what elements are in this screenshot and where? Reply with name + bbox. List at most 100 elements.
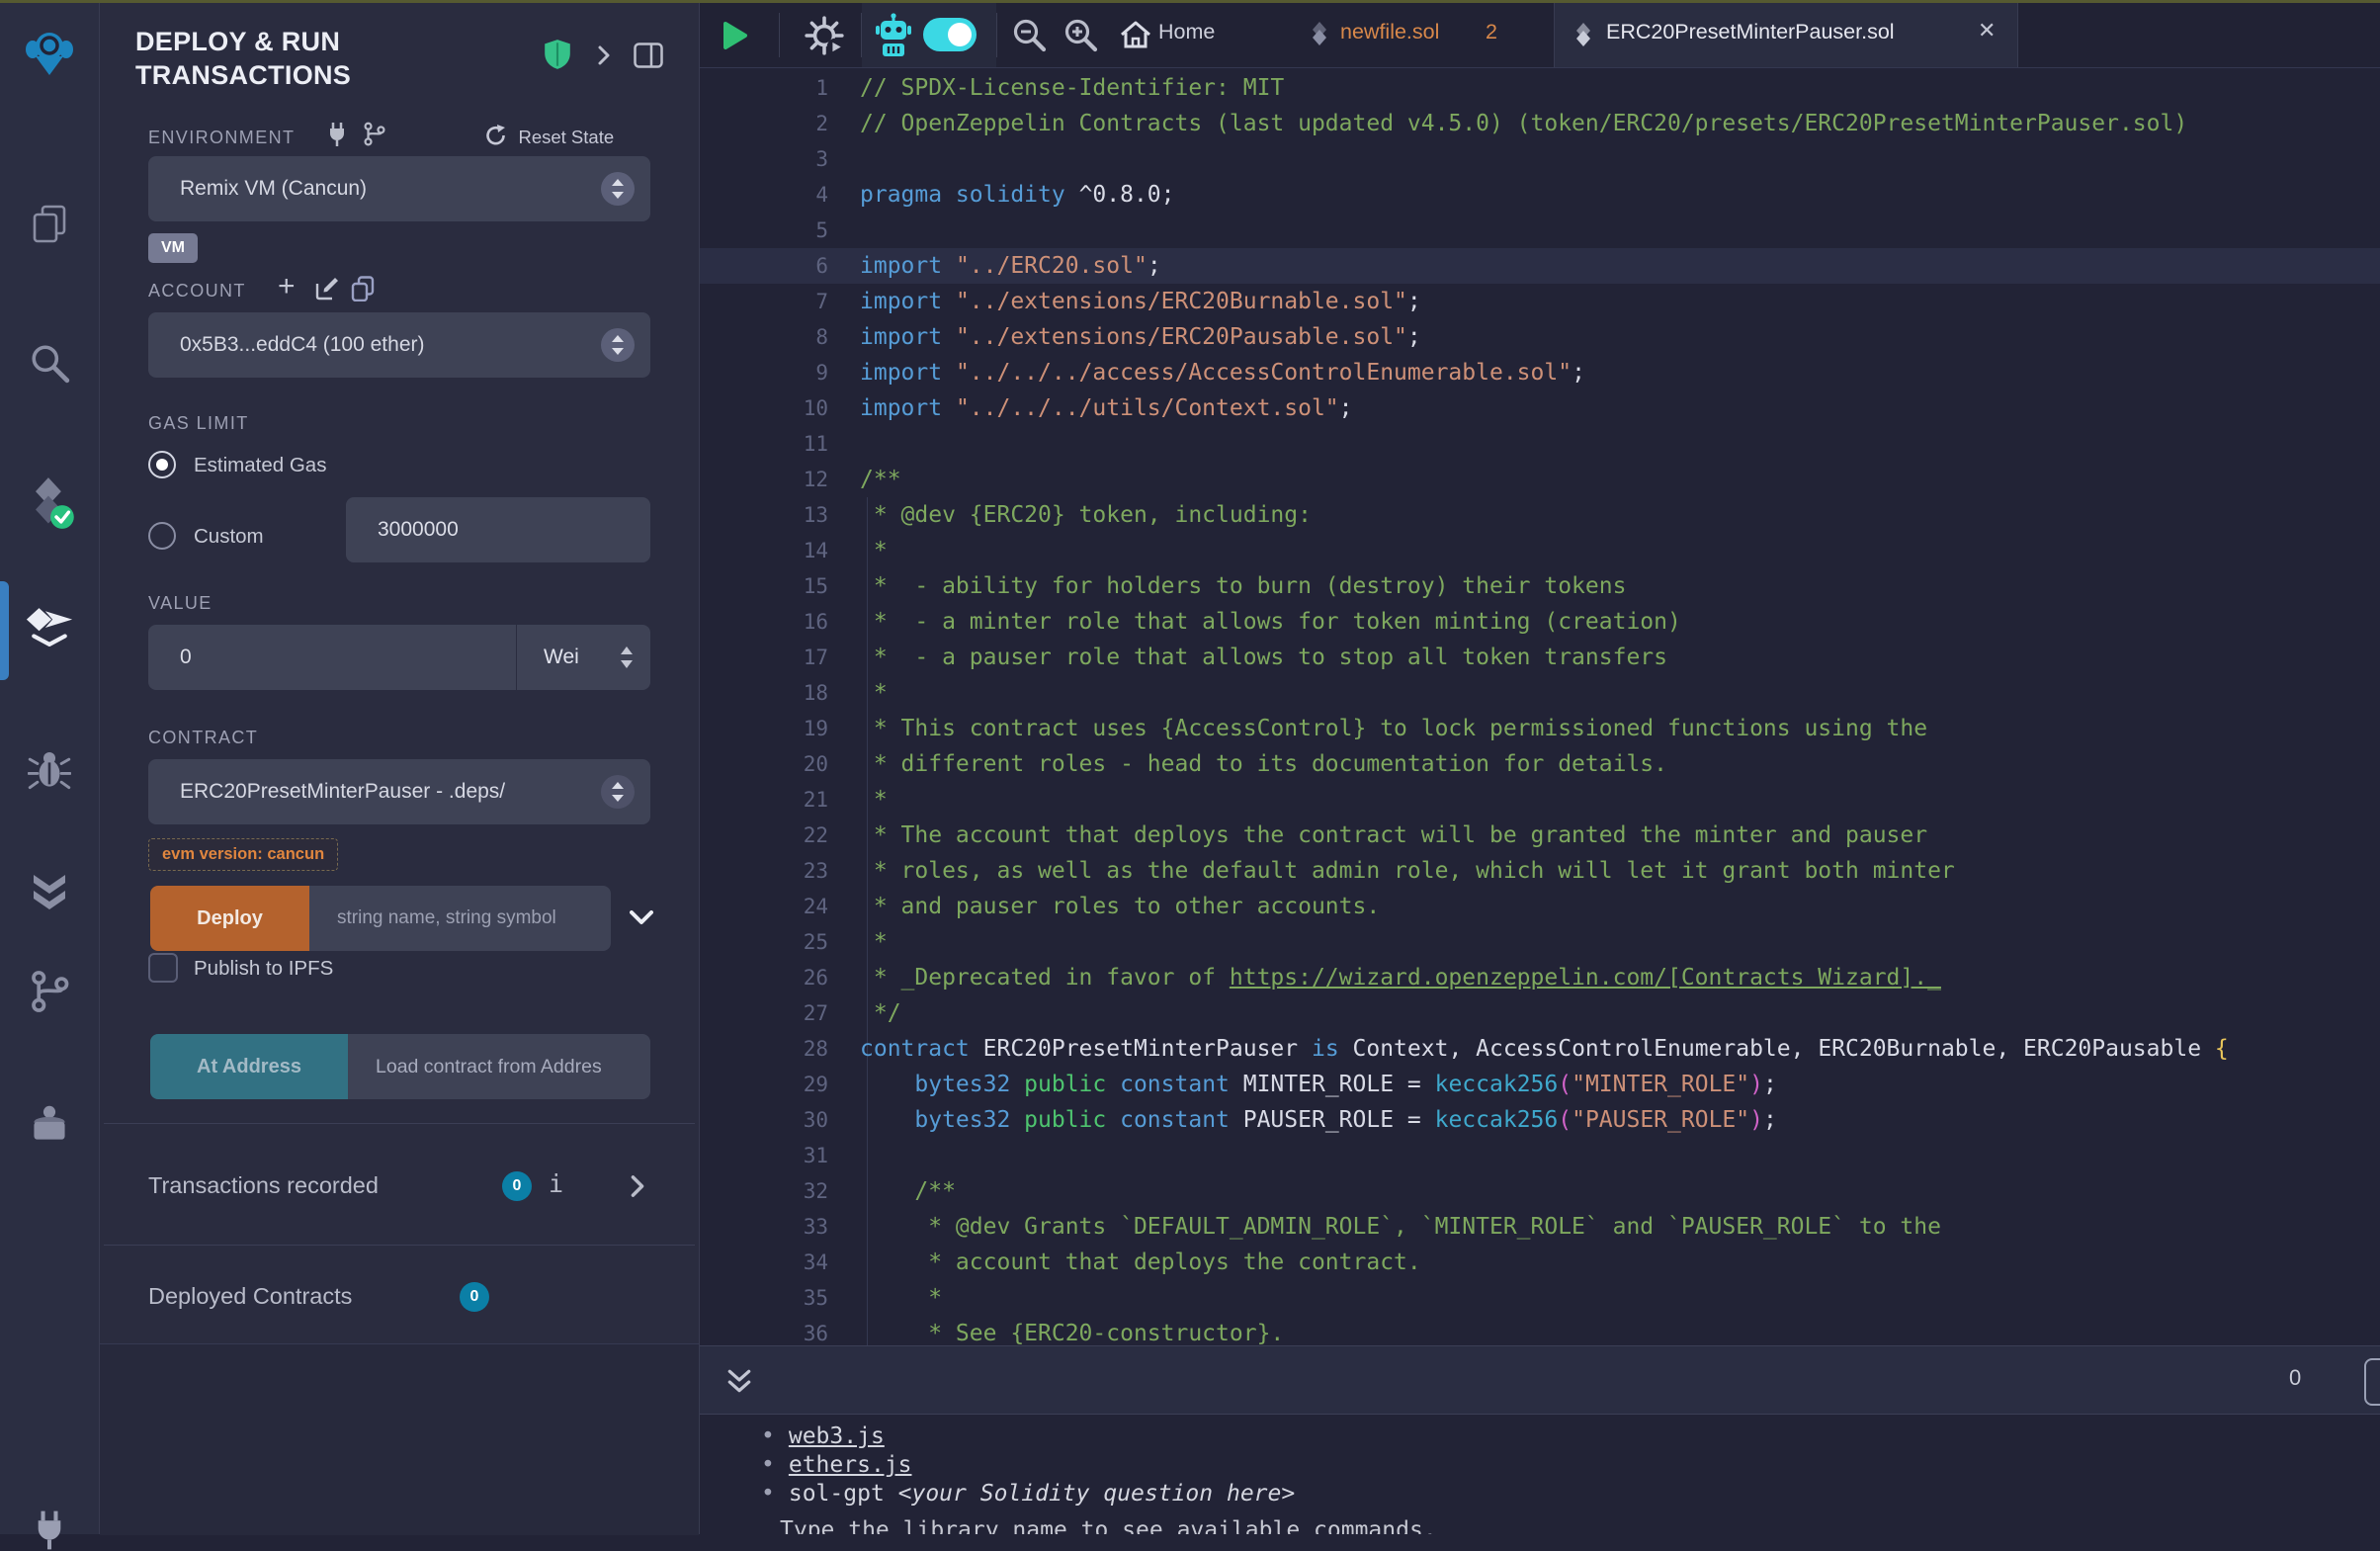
- code-line[interactable]: 34 * account that deploys the contract.: [700, 1245, 2380, 1280]
- estimated-gas-label[interactable]: Estimated Gas: [194, 454, 326, 477]
- code-line[interactable]: 11: [700, 426, 2380, 462]
- code-line[interactable]: 2// OpenZeppelin Contracts (last updated…: [700, 106, 2380, 141]
- code-line[interactable]: 33 * @dev Grants `DEFAULT_ADMIN_ROLE`, `…: [700, 1209, 2380, 1245]
- estimated-gas-radio[interactable]: [148, 451, 176, 478]
- transactions-recorded-label[interactable]: Transactions recorded: [148, 1172, 379, 1199]
- file-explorer-icon[interactable]: [0, 205, 99, 244]
- code-line[interactable]: 3: [700, 141, 2380, 177]
- code-line[interactable]: 21 *: [700, 782, 2380, 818]
- chevron-right-icon[interactable]: [597, 44, 611, 71]
- line-number: 20: [700, 746, 828, 782]
- plugin-manager-icon[interactable]: [0, 1103, 99, 1143]
- code-line[interactable]: 29 bytes32 public constant MINTER_ROLE =…: [700, 1067, 2380, 1102]
- code-line[interactable]: 9import "../../../access/AccessControlEn…: [700, 355, 2380, 390]
- at-address-input[interactable]: Load contract from Addres: [348, 1034, 650, 1099]
- custom-gas-input[interactable]: [346, 497, 650, 562]
- value-unit-select[interactable]: Wei: [544, 625, 579, 690]
- code-line[interactable]: 31: [700, 1138, 2380, 1173]
- code-line[interactable]: 1// SPDX-License-Identifier: MIT: [700, 70, 2380, 106]
- shield-icon[interactable]: [544, 39, 571, 75]
- deploy-run-icon[interactable]: [0, 606, 99, 647]
- tab-home[interactable]: Home: [1158, 20, 1215, 44]
- value-input[interactable]: [148, 625, 516, 690]
- code-line[interactable]: 18 *: [700, 675, 2380, 711]
- plug-icon[interactable]: [0, 1509, 99, 1551]
- solidity-compiler-icon[interactable]: [0, 475, 99, 531]
- publish-ipfs-label[interactable]: Publish to IPFS: [194, 957, 333, 981]
- code-line[interactable]: 20 * different roles - head to its docum…: [700, 746, 2380, 782]
- code-line[interactable]: 27 */: [700, 995, 2380, 1031]
- code-line[interactable]: 15 * - ability for holders to burn (dest…: [700, 568, 2380, 604]
- zoom-out-icon[interactable]: [1011, 17, 1049, 59]
- contract-select[interactable]: ERC20PresetMinterPauser - .deps/: [148, 759, 650, 824]
- terminal-link[interactable]: ethers.js: [789, 1452, 912, 1478]
- account-value: 0x5B3...eddC4 (100 ether): [180, 312, 425, 378]
- remix-logo[interactable]: [0, 30, 99, 81]
- code-line[interactable]: 24 * and pauser roles to other accounts.: [700, 889, 2380, 924]
- sign-message-icon[interactable]: [314, 276, 340, 306]
- environment-select[interactable]: Remix VM (Cancun): [148, 156, 650, 221]
- code-line[interactable]: 22 * The account that deploys the contra…: [700, 818, 2380, 853]
- copy-account-icon[interactable]: [351, 276, 375, 306]
- info-icon[interactable]: i: [549, 1169, 563, 1198]
- expand-transactions-icon[interactable]: [630, 1173, 645, 1204]
- deploy-button[interactable]: Deploy: [150, 886, 309, 951]
- code-line[interactable]: 8import "../extensions/ERC20Pausable.sol…: [700, 319, 2380, 355]
- code-line[interactable]: 6import "../ERC20.sol";: [700, 248, 2380, 284]
- code-line[interactable]: 19 * This contract uses {AccessControl} …: [700, 711, 2380, 746]
- constructor-args-input[interactable]: [309, 886, 611, 951]
- debugger-icon[interactable]: [0, 747, 99, 791]
- custom-gas-radio[interactable]: [148, 522, 176, 550]
- script-config-gear-icon[interactable]: [804, 15, 845, 61]
- code-line[interactable]: 30 bytes32 public constant PAUSER_ROLE =…: [700, 1102, 2380, 1138]
- account-select[interactable]: 0x5B3...eddC4 (100 ether): [148, 312, 650, 378]
- search-icon[interactable]: [0, 342, 99, 384]
- pin-panel-icon[interactable]: [634, 43, 663, 73]
- fork-environment-icon[interactable]: [363, 122, 386, 152]
- code-text: bytes32 public constant MINTER_ROLE = ke…: [860, 1067, 1777, 1102]
- code-line[interactable]: 10import "../../../utils/Context.sol";: [700, 390, 2380, 426]
- code-editor[interactable]: 1// SPDX-License-Identifier: MIT2// Open…: [700, 68, 2380, 1345]
- ai-copilot-toggle[interactable]: [923, 18, 977, 51]
- at-address-button[interactable]: At Address: [150, 1034, 348, 1099]
- code-line[interactable]: 36 * See {ERC20-constructor}.: [700, 1316, 2380, 1345]
- code-line[interactable]: 35 *: [700, 1280, 2380, 1316]
- code-text: * account that deploys the contract.: [860, 1245, 1421, 1280]
- reset-state-button[interactable]: Reset State: [484, 124, 614, 152]
- code-line[interactable]: 25 *: [700, 924, 2380, 960]
- custom-gas-label[interactable]: Custom: [194, 525, 264, 549]
- unit-testing-icon[interactable]: [0, 871, 99, 914]
- terminal-text: sol-gpt: [789, 1481, 898, 1507]
- line-number: 3: [700, 141, 828, 177]
- zoom-in-icon[interactable]: [1062, 17, 1100, 59]
- code-line[interactable]: 17 * - a pauser role that allows to stop…: [700, 640, 2380, 675]
- ai-robot-icon[interactable]: [874, 13, 913, 63]
- expand-constructor-icon[interactable]: [630, 910, 653, 931]
- code-line[interactable]: 28contract ERC20PresetMinterPauser is Co…: [700, 1031, 2380, 1067]
- terminal-output: •web3.js•ethers.js•sol-gpt <your Solidit…: [700, 1415, 2380, 1534]
- line-number: 1: [700, 70, 828, 106]
- unit-stepper-icon[interactable]: [619, 645, 635, 675]
- code-line[interactable]: 4pragma solidity ^0.8.0;: [700, 177, 2380, 213]
- publish-ipfs-checkbox[interactable]: [148, 953, 178, 983]
- tab-newfile[interactable]: newfile.sol: [1340, 20, 1439, 44]
- git-icon[interactable]: [0, 970, 99, 1013]
- code-line[interactable]: 26 * _Deprecated in favor of https://wiz…: [700, 960, 2380, 995]
- terminal-search-box[interactable]: [2364, 1358, 2380, 1406]
- home-icon[interactable]: [1119, 19, 1152, 55]
- code-line[interactable]: 16 * - a minter role that allows for tok…: [700, 604, 2380, 640]
- code-line[interactable]: 12/**: [700, 462, 2380, 497]
- run-script-button[interactable]: [722, 20, 749, 56]
- add-account-icon[interactable]: +: [278, 272, 296, 302]
- code-line[interactable]: 7import "../extensions/ERC20Burnable.sol…: [700, 284, 2380, 319]
- code-line[interactable]: 5: [700, 213, 2380, 248]
- terminal-link[interactable]: web3.js: [789, 1423, 885, 1449]
- code-line[interactable]: 14 *: [700, 533, 2380, 568]
- code-line[interactable]: 13 * @dev {ERC20} token, including:: [700, 497, 2380, 533]
- tab-erc20presetminterpauser[interactable]: ERC20PresetMinterPauser.sol ✕: [1554, 3, 2018, 67]
- code-line[interactable]: 23 * roles, as well as the default admin…: [700, 853, 2380, 889]
- expand-terminal-icon[interactable]: [725, 1368, 753, 1399]
- close-tab-icon[interactable]: ✕: [1978, 18, 1996, 43]
- plug-icon[interactable]: [325, 122, 349, 152]
- code-line[interactable]: 32 /**: [700, 1173, 2380, 1209]
